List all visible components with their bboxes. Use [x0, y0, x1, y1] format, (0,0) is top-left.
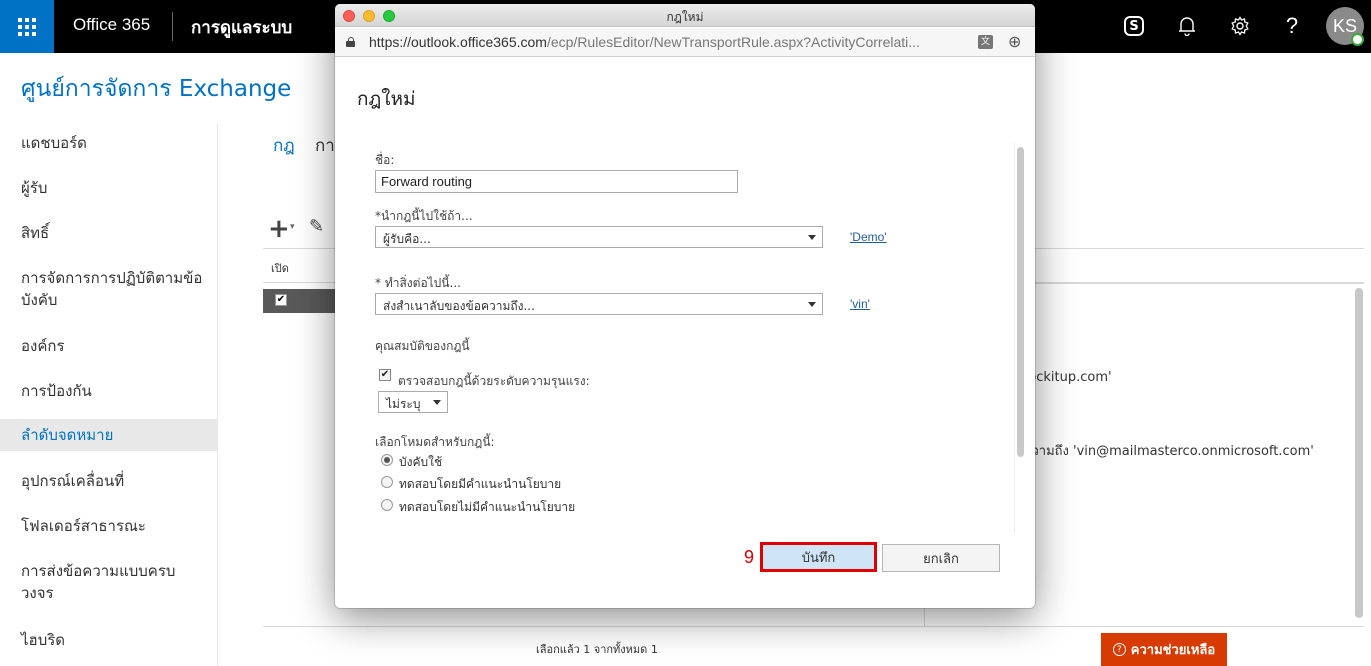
translate-icon[interactable]: 文 — [978, 35, 993, 49]
bell-icon — [1179, 17, 1195, 36]
settings-button[interactable] — [1227, 13, 1253, 39]
condition-select[interactable]: ผู้รับคือ... — [375, 226, 823, 248]
mode-enforce-label[interactable]: บังคับใช้ — [399, 453, 442, 472]
sidebar-item-protection[interactable]: การป้องกัน — [0, 380, 218, 402]
new-rule-dialog-window: กฎใหม่ https://outlook.office365.com/ecp… — [335, 4, 1035, 608]
mode-enforce-radio[interactable] — [381, 454, 393, 466]
edit-icon[interactable]: ✎ — [309, 216, 324, 237]
action-select-value: ส่งสำเนาลับของข้อความถึง... — [383, 299, 535, 313]
sidebar-item-mobile[interactable]: อุปกรณ์เคลื่อนที่ — [0, 470, 218, 492]
waffle-icon — [18, 17, 36, 36]
page-title: ศูนย์การจัดการ Exchange — [21, 76, 292, 102]
tab-other[interactable]: กา — [315, 132, 335, 159]
detail-line: อความถึง 'vin@mailmasterco.onmicrosoft.c… — [1015, 444, 1314, 459]
sidebar-item-unified-messaging[interactable]: การส่งข้อความแบบครบวงจร — [0, 560, 200, 604]
sidebar-item-permissions[interactable]: สิทธิ์ — [0, 222, 218, 244]
dialog-title: กฎใหม่ — [357, 88, 416, 110]
sidebar-item-hybrid[interactable]: ไฮบริด — [0, 629, 218, 651]
condition-select-value: ผู้รับคือ... — [383, 232, 431, 246]
zoom-icon[interactable]: ⊕ — [1008, 32, 1021, 51]
tab-rules[interactable]: กฎ — [273, 132, 295, 159]
mode-test-with-tips-label[interactable]: ทดสอบโดยมีคำแนะนำนโยบาย — [399, 475, 561, 494]
office365-brand[interactable]: Office 365 — [73, 15, 150, 35]
audit-severity-label: ตรวจสอบกฎนี้ด้วยระดับความรุนแรง: — [398, 374, 590, 388]
sidebar-item-public-folders[interactable]: โฟลเดอร์สาธารณะ — [0, 515, 218, 537]
window-title: กฎใหม่ — [666, 10, 704, 24]
add-rule-button[interactable]: + — [268, 214, 290, 244]
lock-icon — [346, 37, 355, 47]
sidebar-item-compliance-management[interactable]: การจัดการการปฏิบัติตามข้อบังคับ — [0, 267, 210, 311]
rule-name-input[interactable] — [375, 170, 738, 193]
help-circle-icon: ? — [1112, 643, 1126, 656]
details-scrollbar[interactable] — [1355, 288, 1363, 618]
help-button-top[interactable]: ? — [1279, 13, 1305, 39]
address-bar[interactable]: https://outlook.office365.com/ecp/RulesE… — [335, 28, 1035, 57]
audit-severity-checkbox[interactable]: ✔ — [379, 369, 391, 381]
chevron-down-icon[interactable]: ▾ — [290, 222, 295, 232]
chevron-down-icon — [808, 235, 816, 240]
app-launcher-button[interactable] — [0, 0, 54, 53]
step-annotation: 9 — [744, 547, 755, 567]
mode-test-with-tips-radio[interactable] — [381, 476, 393, 488]
dialog-scrollbar-thumb[interactable] — [1017, 147, 1024, 457]
notifications-button[interactable] — [1174, 13, 1200, 39]
severity-select-value: ไม่ระบุ — [386, 397, 421, 411]
url-path: /ecp/RulesEditor/NewTransportRule.aspx?A… — [546, 34, 920, 50]
app-name[interactable]: การดูแลระบบ — [191, 14, 292, 41]
url-text[interactable]: https://outlook.office365.com/ecp/RulesE… — [369, 34, 920, 50]
severity-select[interactable]: ไม่ระบุ — [378, 391, 448, 413]
action-select[interactable]: ส่งสำเนาลับของข้อความถึง... — [375, 293, 823, 315]
window-titlebar[interactable]: กฎใหม่ — [335, 4, 1035, 27]
help-button[interactable]: ? ความช่วยเหลือ — [1101, 633, 1227, 666]
cancel-button[interactable]: ยกเลิก — [882, 544, 1000, 572]
chevron-down-icon — [808, 302, 816, 307]
help-icon: ? — [1285, 13, 1299, 38]
brand-divider — [172, 12, 173, 41]
sidebar-item-organization[interactable]: องค์กร — [0, 335, 218, 357]
action-value-link[interactable]: 'vin' — [850, 297, 870, 311]
presence-status-icon — [1351, 33, 1364, 46]
column-header-enabled[interactable]: เปิด — [271, 259, 289, 277]
skype-button[interactable]: S — [1121, 13, 1147, 39]
gear-icon — [1231, 16, 1249, 36]
mode-test-without-tips-radio[interactable] — [381, 499, 393, 511]
mode-test-without-tips-label[interactable]: ทดสอบโดยไม่มีคำแนะนำนโยบาย — [399, 498, 575, 517]
row-enabled-checkbox[interactable]: ✔ — [275, 294, 287, 306]
divider — [263, 626, 1364, 627]
selection-status: เลือกแล้ว 1 จากทั้งหมด 1 — [536, 643, 658, 656]
name-label: ชื่อ: — [375, 153, 395, 167]
mode-label: เลือกโหมดสำหรับกฎนี้: — [375, 435, 495, 449]
help-button-label: ความช่วยเหลือ — [1130, 643, 1216, 658]
url-host: https://outlook.office365.com — [369, 34, 547, 50]
skype-icon: S — [1124, 16, 1144, 36]
chevron-down-icon — [433, 400, 441, 405]
action-label: * ทำสิ่งต่อไปนี้... — [375, 276, 461, 290]
sidebar-item-recipients[interactable]: ผู้รับ — [0, 177, 218, 199]
rule-properties-label: คุณสมบัติของกฎนี้ — [375, 339, 470, 353]
sidebar-item-dashboard[interactable]: แดชบอร์ด — [0, 132, 218, 154]
condition-value-link[interactable]: 'Demo' — [850, 230, 887, 244]
save-button[interactable]: บันทึก — [760, 542, 877, 572]
condition-label: *นำกฎนี้ไปใช้ถ้า... — [375, 209, 473, 223]
left-navigation: แดชบอร์ด ผู้รับ สิทธิ์ การจัดการการปฏิบั… — [0, 124, 218, 666]
sidebar-item-mail-flow[interactable]: ลำดับจดหมาย — [0, 419, 218, 451]
